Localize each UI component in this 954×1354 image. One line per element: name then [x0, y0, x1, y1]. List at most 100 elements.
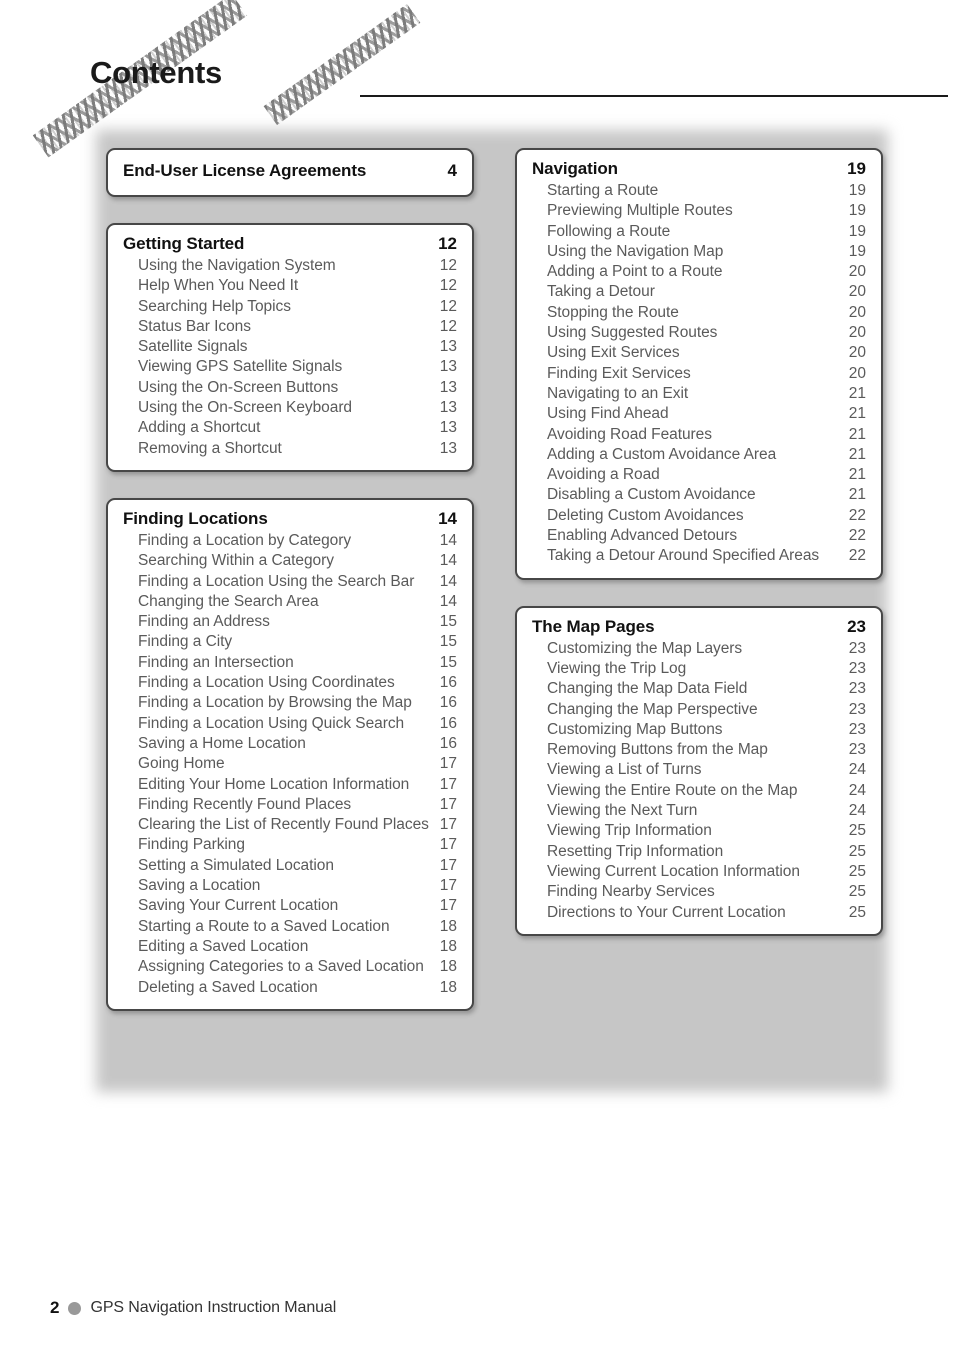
toc-entry[interactable]: Starting a Route to a Saved Location 18 — [123, 917, 457, 937]
toc-entry[interactable]: Viewing Trip Information 25 — [532, 821, 866, 841]
toc-entry[interactable]: Setting a Simulated Location 17 — [123, 856, 457, 876]
toc-entry[interactable]: Deleting Custom Avoidances 22 — [532, 506, 866, 526]
toc-section-heading[interactable]: Finding Locations 14 — [123, 509, 457, 531]
toc-entry[interactable]: Finding an Intersection 15 — [123, 653, 457, 673]
toc-entry-page: 17 — [439, 897, 457, 915]
toc-entry-label: Viewing a List of Turns — [547, 761, 702, 779]
toc-section-heading[interactable]: The Map Pages 23 — [532, 617, 866, 639]
toc-entry[interactable]: Removing Buttons from the Map 23 — [532, 740, 866, 760]
toc-entry-label: Stopping the Route — [547, 303, 679, 321]
toc-entry[interactable]: Finding Recently Found Places 17 — [123, 795, 457, 815]
toc-entry[interactable]: Going Home 17 — [123, 754, 457, 774]
toc-entry[interactable]: Adding a Shortcut 13 — [123, 418, 457, 438]
toc-entry-label: Adding a Shortcut — [138, 419, 261, 437]
toc-entry[interactable]: Following a Route 19 — [532, 222, 866, 242]
toc-entry[interactable]: Viewing the Next Turn 24 — [532, 801, 866, 821]
toc-entry[interactable]: Finding a Location by Category 14 — [123, 531, 457, 551]
toc-entry[interactable]: Stopping the Route 20 — [532, 303, 866, 323]
toc-entry[interactable]: Finding a Location Using Coordinates 16 — [123, 673, 457, 693]
toc-entry[interactable]: Using Find Ahead 21 — [532, 404, 866, 424]
toc-entry[interactable]: Finding a Location Using the Search Bar 1… — [123, 572, 457, 592]
toc-entry[interactable]: Enabling Advanced Detours 22 — [532, 526, 866, 546]
toc-entry[interactable]: Changing the Map Perspective 23 — [532, 700, 866, 720]
toc-entry-label: Finding a Location Using the Search Bar — [138, 572, 415, 590]
toc-entry[interactable]: Finding a Location Using Quick Search 16 — [123, 714, 457, 734]
toc-entry[interactable]: Editing a Saved Location 18 — [123, 937, 457, 957]
toc-entry-label: Previewing Multiple Routes — [547, 202, 733, 220]
toc-entry[interactable]: Viewing the Trip Log 23 — [532, 659, 866, 679]
toc-entry-label: Finding Nearby Services — [547, 883, 715, 901]
toc-entry-page: 22 — [848, 547, 866, 565]
toc-entry[interactable]: Finding a Location by Browsing the Map 16 — [123, 693, 457, 713]
toc-entry-label: Finding Exit Services — [547, 364, 691, 382]
toc-entry[interactable]: Viewing the Entire Route on the Map 24 — [532, 781, 866, 801]
toc-entry[interactable]: Saving a Home Location 16 — [123, 734, 457, 754]
toc-entry[interactable]: Directions to Your Current Location 25 — [532, 903, 866, 923]
toc-entry-page: 16 — [439, 674, 457, 692]
toc-entry[interactable]: Customizing the Map Layers 23 — [532, 639, 866, 659]
toc-entry[interactable]: Finding Nearby Services 25 — [532, 882, 866, 902]
toc-entry[interactable]: Satellite Signals 13 — [123, 337, 457, 357]
toc-entry[interactable]: Finding an Address 15 — [123, 612, 457, 632]
toc-entry[interactable]: Using Suggested Routes 20 — [532, 323, 866, 343]
toc-entry[interactable]: Changing the Search Area 14 — [123, 592, 457, 612]
toc-entry[interactable]: Editing Your Home Location Information 17 — [123, 775, 457, 795]
toc-entry-page: 18 — [439, 917, 457, 935]
toc-section-heading[interactable]: Getting Started 12 — [123, 234, 457, 256]
toc-entry[interactable]: Using the Navigation Map 19 — [532, 242, 866, 262]
toc-entry[interactable]: Deleting a Saved Location 18 — [123, 978, 457, 998]
toc-entry-page: 20 — [848, 324, 866, 342]
toc-entry[interactable]: Adding a Custom Avoidance Area 21 — [532, 445, 866, 465]
toc-entry-label: Viewing Trip Information — [547, 822, 712, 840]
toc-entry[interactable]: Customizing Map Buttons 23 — [532, 720, 866, 740]
toc-entry-label: Editing a Saved Location — [138, 937, 309, 955]
toc-entry-label: Using the Navigation Map — [547, 242, 724, 260]
toc-section-heading[interactable]: End-User License Agreements 4 — [123, 161, 457, 183]
toc-entry-label: Finding an Intersection — [138, 653, 294, 671]
toc-entry[interactable]: Starting a Route 19 — [532, 181, 866, 201]
toc-entry[interactable]: Saving Your Current Location 17 — [123, 896, 457, 916]
toc-entry[interactable]: Taking a Detour 20 — [532, 282, 866, 302]
toc-entry[interactable]: Viewing a List of Turns 24 — [532, 760, 866, 780]
toc-entry[interactable]: Disabling a Custom Avoidance 21 — [532, 485, 866, 505]
toc-entry[interactable]: Clearing the List of Recently Found Plac… — [123, 815, 457, 835]
toc-section-heading-page: 4 — [447, 161, 457, 180]
toc-entry[interactable]: Using the On-Screen Buttons 13 — [123, 378, 457, 398]
toc-entry-page: 24 — [848, 761, 866, 779]
toc-entry-page: 24 — [848, 781, 866, 799]
toc-entry[interactable]: Assigning Categories to a Saved Location… — [123, 957, 457, 977]
toc-section-heading[interactable]: Navigation 19 — [532, 159, 866, 181]
toc-section-heading-page: 12 — [438, 234, 457, 253]
toc-entry[interactable]: Finding Parking 17 — [123, 835, 457, 855]
toc-entry[interactable]: Viewing Current Location Information 25 — [532, 862, 866, 882]
toc-entry[interactable]: Changing the Map Data Field 23 — [532, 679, 866, 699]
toc-entry[interactable]: Avoiding a Road 21 — [532, 465, 866, 485]
toc-entry-label: Using Exit Services — [547, 344, 680, 362]
toc-entry[interactable]: Using Exit Services 20 — [532, 343, 866, 363]
toc-entry-label: Help When You Need It — [138, 277, 299, 295]
toc-entry[interactable]: Taking a Detour Around Specified Areas 22 — [532, 546, 866, 566]
toc-entry[interactable]: Navigating to an Exit 21 — [532, 384, 866, 404]
toc-entry[interactable]: Viewing GPS Satellite Signals 13 — [123, 357, 457, 377]
toc-entry[interactable]: Searching Within a Category 14 — [123, 551, 457, 571]
toc-entry[interactable]: Status Bar Icons 12 — [123, 317, 457, 337]
toc-entry[interactable]: Saving a Location 17 — [123, 876, 457, 896]
toc-entry-page: 22 — [848, 506, 866, 524]
toc-entry-label: Using the Navigation System — [138, 257, 336, 274]
toc-entry[interactable]: Previewing Multiple Routes 19 — [532, 201, 866, 221]
toc-entry-label: Searching Within a Category — [138, 552, 334, 570]
toc-entry[interactable]: Searching Help Topics 12 — [123, 297, 457, 317]
toc-entry[interactable]: Removing a Shortcut 13 — [123, 439, 457, 459]
toc-entry-label: Deleting Custom Avoidances — [547, 506, 744, 524]
toc-section-heading-label: End-User License Agreements — [123, 161, 367, 180]
toc-entry[interactable]: Finding Exit Services 20 — [532, 364, 866, 384]
toc-entry[interactable]: Using the On-Screen Keyboard 13 — [123, 398, 457, 418]
toc-entry-label: Viewing the Next Turn — [547, 802, 698, 820]
toc-entry[interactable]: Avoiding Road Features 21 — [532, 425, 866, 445]
toc-entry[interactable]: Finding a City 15 — [123, 632, 457, 652]
toc-entry[interactable]: Adding a Point to a Route 20 — [532, 262, 866, 282]
toc-entry[interactable]: Resetting Trip Information 25 — [532, 842, 866, 862]
toc-entry[interactable]: Help When You Need It 12 — [123, 276, 457, 296]
toc-entry[interactable]: Using the Navigation System 12 — [123, 256, 457, 276]
toc-section-heading-page: 14 — [438, 508, 457, 528]
